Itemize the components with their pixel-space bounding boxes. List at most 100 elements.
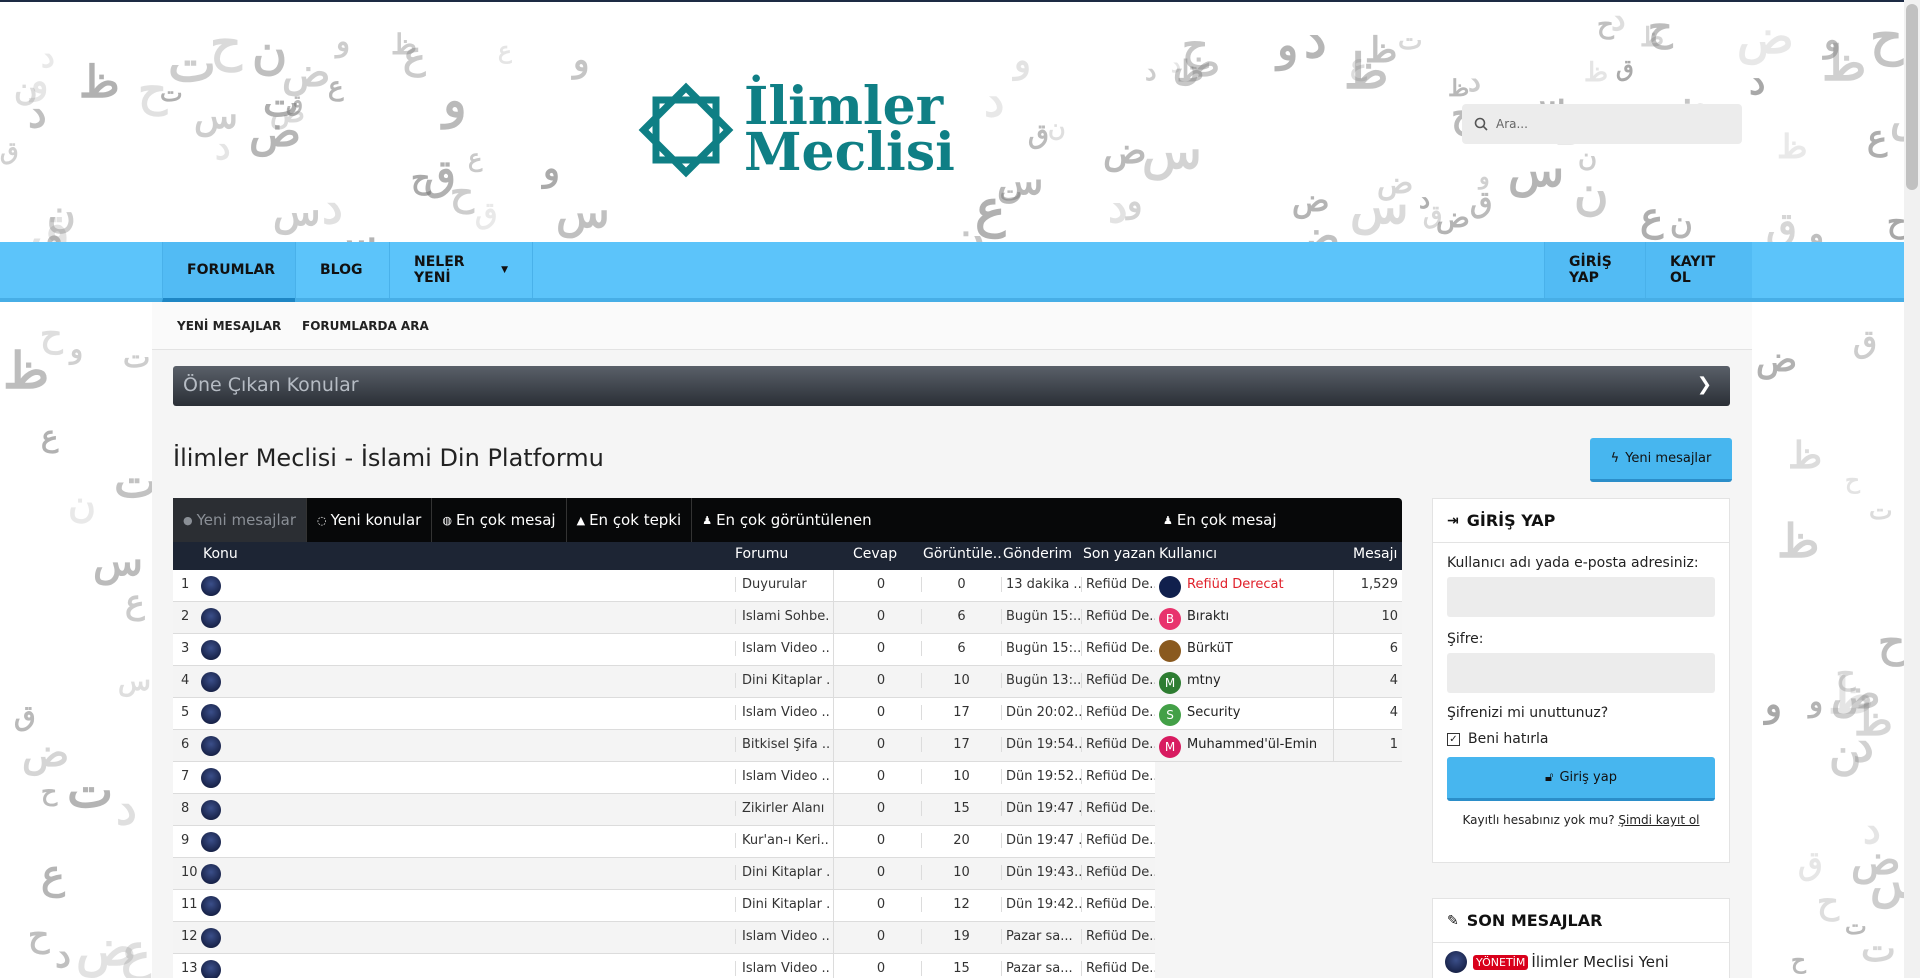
featured-topics-bar[interactable]: Öne Çıkan Konular ❯ xyxy=(173,366,1730,406)
search-input[interactable]: Ara... xyxy=(1462,104,1742,144)
username-field[interactable] xyxy=(1447,577,1715,617)
avatar[interactable] xyxy=(201,832,221,852)
password-field[interactable] xyxy=(1447,653,1715,693)
thread-last-poster[interactable]: Refiüd De... xyxy=(1081,705,1155,720)
avatar[interactable]: B xyxy=(1159,608,1181,630)
nav-neler-yeni[interactable]: NELER YENİ ▼ xyxy=(389,242,533,298)
avatar[interactable]: M xyxy=(1159,736,1181,758)
user-name[interactable]: Bıraktı xyxy=(1187,609,1229,624)
user-name[interactable]: Refiüd Derecat xyxy=(1187,577,1284,592)
table-row[interactable]: 4Fusûsu'l-Hikem Kitabı PdfDini Kitaplar … xyxy=(173,666,1155,698)
table-row[interactable]: 2İslami Sohbetİslamda Sigara Haram Mıİsl… xyxy=(173,602,1155,634)
thread-last-poster[interactable]: Refiüd De... xyxy=(1081,641,1155,656)
thread-last-poster[interactable]: Refiüd De... xyxy=(1081,769,1155,784)
avatar[interactable] xyxy=(201,608,221,628)
avatar[interactable] xyxy=(201,800,221,820)
table-row[interactable]: 7Gönül Kırma! - Taptuk Emre [ks]İslam Vi… xyxy=(173,762,1155,794)
thread-last-poster[interactable]: Refiüd De... xyxy=(1081,897,1155,912)
user-row[interactable]: Refiüd Derecat 1,529 xyxy=(1155,570,1402,602)
forgot-password-link[interactable]: Şifrenizi mi unuttunuz? xyxy=(1447,705,1715,721)
scrollbar-thumb[interactable] xyxy=(1906,4,1918,190)
avatar[interactable] xyxy=(201,960,221,978)
site-logo[interactable]: İlimler Meclisi xyxy=(634,78,955,182)
table-row[interactable]: 11Tam İlmihâl Se`âdet-i Ebediyye Kitabı … xyxy=(173,890,1155,922)
user-name[interactable]: BürküT xyxy=(1187,641,1233,656)
table-row[interactable]: 1YÖNETİMİlimler Meclisi Yeni LogomuzDuyu… xyxy=(173,570,1155,602)
thread-last-poster[interactable]: Refiüd De... xyxy=(1081,833,1155,848)
thread-last-poster[interactable]: Refiüd De... xyxy=(1081,961,1155,976)
thread-forum[interactable]: İslam Video ... xyxy=(735,929,830,944)
thread-forum[interactable]: İslam Video ... xyxy=(735,961,830,976)
user-row[interactable]: B Bıraktı 10 xyxy=(1155,602,1402,634)
subnav-search-forums[interactable]: FORUMLARDA ARA xyxy=(302,319,429,333)
user-row[interactable]: M Muhammed'ül-Emin 1 xyxy=(1155,730,1402,762)
thread-last-poster[interactable]: Refiüd De... xyxy=(1081,673,1155,688)
table-row[interactable]: 12Ey İsa! Sen mi İnsanlara, Beni ve Anne… xyxy=(173,922,1155,954)
nav-login[interactable]: GİRİŞ YAP xyxy=(1544,242,1645,298)
user-row[interactable]: Mmtny 4 xyxy=(1155,666,1402,698)
table-row[interactable]: 8ZikirGünahsız Ölmeye Vesile Olan Tesbih… xyxy=(173,794,1155,826)
tab-most-viewed[interactable]: ♟ En çok görüntülenen xyxy=(692,498,881,542)
avatar[interactable]: S xyxy=(1159,704,1181,726)
thread-last-poster[interactable]: Refiüd De... xyxy=(1081,865,1155,880)
user-name[interactable]: Security xyxy=(1187,705,1240,720)
chevron-down-icon[interactable]: ▼ xyxy=(501,265,508,275)
table-row[interactable]: 13Kıyamet Günü Allah'ın Dünyaya Olan Kon… xyxy=(173,954,1155,978)
new-posts-button[interactable]: ϟ Yeni mesajlar xyxy=(1590,438,1732,482)
recent-post-item[interactable]: YÖNETİM İlimler Meclisi Yeni xyxy=(1433,943,1729,978)
avatar[interactable] xyxy=(201,672,221,692)
tab-new-topics[interactable]: ◌ Yeni konular xyxy=(307,498,433,542)
avatar[interactable] xyxy=(1159,640,1181,662)
thread-forum[interactable]: İslam Video ... xyxy=(735,641,830,656)
thread-last-poster[interactable]: Refiüd De... xyxy=(1081,801,1155,816)
avatar[interactable] xyxy=(201,768,221,788)
table-row[interactable]: 5Surah Maryam سوره مريم - Islam Sobhi اس… xyxy=(173,698,1155,730)
thread-forum[interactable]: Dini Kitaplar ... xyxy=(735,897,830,912)
avatar[interactable] xyxy=(201,896,221,916)
tab-most-reactions[interactable]: ▲ En çok tepki xyxy=(567,498,693,542)
thread-forum[interactable]: Bitkisel Şifa ... xyxy=(735,737,830,752)
user-name[interactable]: mtny xyxy=(1187,673,1221,688)
thread-forum[interactable]: Duyurular xyxy=(735,577,830,592)
thread-forum[interactable]: Zikirler Alanı xyxy=(735,801,830,816)
avatar[interactable]: M xyxy=(1159,672,1181,694)
avatar[interactable] xyxy=(201,736,221,756)
thread-last-poster[interactable]: Refiüd De... xyxy=(1081,929,1155,944)
avatar[interactable] xyxy=(201,640,221,660)
remember-checkbox[interactable]: ✓ xyxy=(1447,732,1460,746)
user-row[interactable]: BürküT 6 xyxy=(1155,634,1402,666)
thread-forum[interactable]: Kur'an-ı Keri... xyxy=(735,833,830,848)
login-button[interactable]: 🔓︎ Giriş yap xyxy=(1447,757,1715,801)
no-account-text: Kayıtlı hesabınız yok mu? xyxy=(1462,813,1615,827)
table-row[interactable]: 3Ankebut Suresi - Abdurrahman Mossadİsla… xyxy=(173,634,1155,666)
table-row[interactable]: 10Fâideli Bilgiler Kitabı PdfDini Kitapl… xyxy=(173,858,1155,890)
tab-most-posts[interactable]: ◍ En çok mesaj xyxy=(432,498,567,542)
avatar[interactable] xyxy=(1159,576,1181,598)
chevron-down-icon[interactable]: ❯ xyxy=(1697,374,1712,395)
register-now-link[interactable]: Şimdi kayıt ol xyxy=(1618,813,1699,827)
user-row[interactable]: S Security 4 xyxy=(1155,698,1402,730)
subnav-new-posts[interactable]: YENİ MESAJLAR xyxy=(177,319,281,333)
thread-last-poster[interactable]: Refiüd De... xyxy=(1081,609,1155,624)
thread-last-poster[interactable]: Refiüd De... xyxy=(1081,737,1155,752)
tab-top-posters[interactable]: ♟ En çok mesaj xyxy=(1153,498,1287,542)
thread-last-poster[interactable]: Refiüd De... xyxy=(1081,577,1155,592)
avatar[interactable] xyxy=(201,576,221,596)
nav-register[interactable]: KAYIT OL xyxy=(1645,242,1752,298)
sub-nav: YENİ MESAJLAR FORUMLARDA ARA xyxy=(152,302,1752,350)
thread-forum[interactable]: İslami Sohbe... xyxy=(735,609,830,624)
thread-forum[interactable]: Dini Kitaplar ... xyxy=(735,673,830,688)
avatar[interactable] xyxy=(201,864,221,884)
avatar[interactable] xyxy=(201,928,221,948)
avatar[interactable] xyxy=(201,704,221,724)
thread-forum[interactable]: İslam Video ... xyxy=(735,705,830,720)
user-name[interactable]: Muhammed'ül-Emin xyxy=(1187,737,1317,752)
table-row[interactable]: 9Kur'an-ı Kerim Ayetleri7 Yasin-i Şerif … xyxy=(173,826,1155,858)
thread-forum[interactable]: İslam Video ... xyxy=(735,769,830,784)
tab-label: En çok mesaj xyxy=(455,511,556,529)
nav-blog[interactable]: BLOG xyxy=(295,242,389,298)
table-row[interactable]: 6"Safran" bir çok hastalığın çaresi(Prof… xyxy=(173,730,1155,762)
tab-new-posts[interactable]: ● Yeni mesajlar xyxy=(173,498,307,542)
thread-forum[interactable]: Dini Kitaplar ... xyxy=(735,865,830,880)
nav-forumlar[interactable]: FORUMLAR xyxy=(162,242,295,302)
